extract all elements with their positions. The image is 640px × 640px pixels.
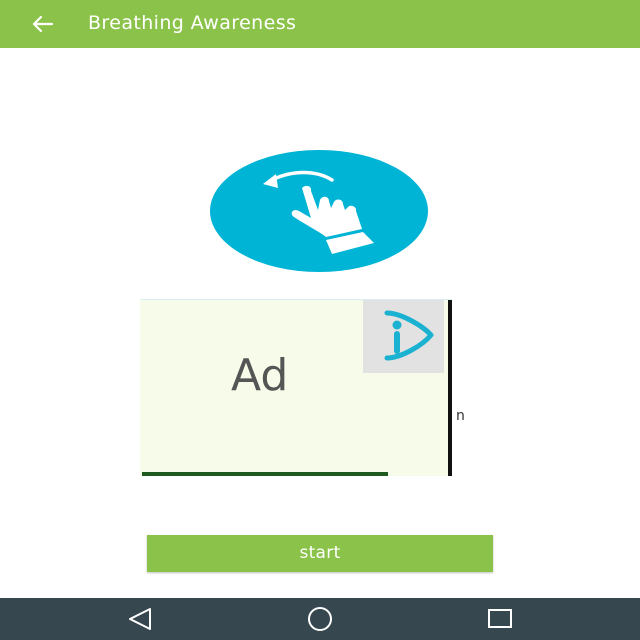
ad-banner[interactable]: Ad — [140, 299, 452, 476]
ad-label: Ad — [231, 350, 289, 401]
gesture-illustration — [210, 150, 428, 272]
back-button[interactable] — [26, 10, 60, 38]
ad-choices-badge[interactable] — [363, 300, 444, 373]
nav-home-button[interactable] — [290, 598, 350, 640]
nav-back-button[interactable] — [110, 598, 170, 640]
nav-recents-icon — [488, 609, 512, 628]
app-bar: Breathing Awareness — [0, 0, 640, 48]
nav-recents-button[interactable] — [470, 598, 530, 640]
ad-overflow-text: n — [456, 408, 465, 424]
ad-choices-icon — [384, 310, 434, 361]
navigation-bar — [0, 598, 640, 640]
nav-home-icon — [308, 607, 332, 631]
ad-border-right — [448, 300, 452, 476]
swipe-gesture-icon — [263, 170, 374, 254]
nav-back-icon — [129, 608, 151, 630]
ad-border-bottom — [142, 472, 388, 476]
arrow-left-icon — [32, 15, 54, 33]
start-button[interactable]: start — [147, 535, 493, 572]
page-title: Breathing Awareness — [88, 12, 297, 34]
